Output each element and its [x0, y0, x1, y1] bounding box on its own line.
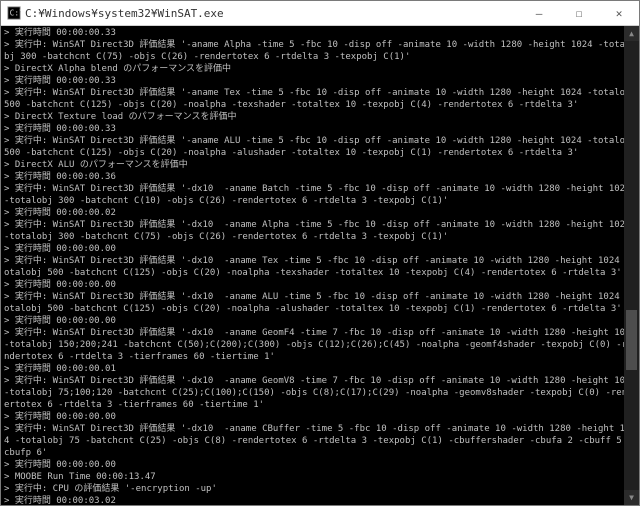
console-line: > 実行時間 00:00:00.00 [4, 459, 636, 471]
console-line: > 実行時間 00:00:00.00 [4, 243, 636, 255]
maximize-icon: ☐ [576, 7, 583, 20]
console-line: > DirectX Alpha blend のパフォーマンスを評価中 [4, 63, 636, 75]
console-line: > 実行中: WinSAT Direct3D 評価結果 '-dx10 -anam… [4, 375, 636, 411]
console-line: > 実行中: CPU の評価結果 '-encryption -up' [4, 483, 636, 495]
console-client-area[interactable]: > 実行時間 00:00:00.33> 実行中: WinSAT Direct3D… [1, 26, 639, 505]
console-line: > 実行中: WinSAT Direct3D 評価結果 '-dx10 -anam… [4, 423, 636, 459]
scroll-down-arrow[interactable]: ▼ [624, 490, 639, 505]
console-line: > 実行時間 00:00:00.02 [4, 207, 636, 219]
minimize-icon: — [536, 7, 543, 20]
console-line: > DirectX Texture load のパフォーマンスを評価中 [4, 111, 636, 123]
console-line: > 実行中: WinSAT Direct3D 評価結果 '-dx10 -anam… [4, 291, 636, 315]
console-line: > 実行中: WinSAT Direct3D 評価結果 '-dx10 -anam… [4, 183, 636, 207]
scroll-track[interactable] [624, 41, 639, 490]
svg-text:C:\: C:\ [10, 9, 21, 18]
console-line: > 実行時間 00:00:00.00 [4, 411, 636, 423]
window-title: C:¥Windows¥system32¥WinSAT.exe [25, 7, 224, 20]
console-line: > 実行時間 00:00:00.36 [4, 171, 636, 183]
console-line: > 実行中: WinSAT Direct3D 評価結果 '-dx10 -anam… [4, 255, 636, 279]
console-line: > 実行時間 00:00:00.01 [4, 363, 636, 375]
cmd-icon: C:\ [7, 6, 21, 20]
scroll-thumb[interactable] [626, 310, 637, 370]
console-line: > 実行中: WinSAT Direct3D 評価結果 '-aname Alph… [4, 39, 636, 63]
console-line: > 実行時間 00:00:00.00 [4, 279, 636, 291]
console-line: > 実行中: WinSAT Direct3D 評価結果 '-dx10 -anam… [4, 327, 636, 363]
close-button[interactable]: ✕ [599, 1, 639, 25]
minimize-button[interactable]: — [519, 1, 559, 25]
console-line: > 実行時間 00:00:03.02 [4, 495, 636, 505]
vertical-scrollbar[interactable]: ▲ ▼ [624, 26, 639, 505]
console-line: > 実行時間 00:00:00.00 [4, 315, 636, 327]
console-window: C:\ C:¥Windows¥system32¥WinSAT.exe — ☐ ✕… [0, 0, 640, 506]
console-line: > 実行中: WinSAT Direct3D 評価結果 '-aname ALU … [4, 135, 636, 159]
console-line: > 実行中: WinSAT Direct3D 評価結果 '-aname Tex … [4, 87, 636, 111]
scroll-up-arrow[interactable]: ▲ [624, 26, 639, 41]
console-line: > 実行中: WinSAT Direct3D 評価結果 '-dx10 -anam… [4, 219, 636, 243]
console-line: > 実行時間 00:00:00.33 [4, 123, 636, 135]
console-line: > MOOBE Run Time 00:00:13.47 [4, 471, 636, 483]
console-line: > 実行時間 00:00:00.33 [4, 27, 636, 39]
titlebar[interactable]: C:\ C:¥Windows¥system32¥WinSAT.exe — ☐ ✕ [1, 1, 639, 26]
maximize-button[interactable]: ☐ [559, 1, 599, 25]
console-line: > DirectX ALU のパフォーマンスを評価中 [4, 159, 636, 171]
close-icon: ✕ [616, 7, 623, 20]
console-line: > 実行時間 00:00:00.33 [4, 75, 636, 87]
